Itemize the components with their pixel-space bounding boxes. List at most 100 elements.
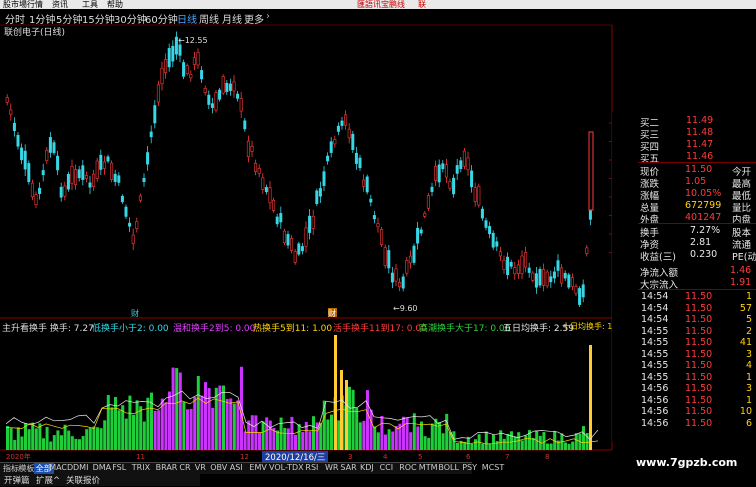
indicator-tab[interactable]: EMV (249, 463, 266, 472)
x-axis-label: 6 (466, 453, 471, 461)
tab-expand[interactable]: 扩展^ (36, 474, 60, 486)
volume-bar (99, 428, 103, 450)
indicator-tab[interactable]: VOL-TDX (269, 463, 304, 472)
event-marker-2: 财 (328, 308, 336, 318)
indicator-tab[interactable]: TRIX (132, 463, 150, 472)
stat-value: 10.05% (685, 188, 722, 199)
volume-bar (34, 428, 38, 450)
candle-body (473, 187, 477, 202)
volume-bar (456, 443, 459, 450)
volume-bar (157, 410, 161, 450)
volume-bar-hot (345, 380, 348, 450)
tick-row: 14:56 11.50 10 (612, 406, 756, 417)
candle-body (304, 227, 308, 247)
indicator-tab[interactable]: MCST (482, 463, 504, 472)
indicator-tab[interactable]: FSL (112, 463, 126, 472)
indicator-tab[interactable]: RSI (305, 463, 318, 472)
tick-volume: 2 (745, 325, 752, 337)
x-axis-label: 2020年 (6, 452, 31, 461)
candle-body (153, 105, 157, 124)
volume-bar (236, 400, 240, 450)
candle-body (308, 215, 312, 233)
legend-main: 主升看换手 换手: 7.27 (2, 324, 94, 334)
indicator-tab[interactable]: ROC (399, 463, 416, 472)
volume-bar (326, 419, 330, 450)
indicator-tab[interactable]: PSY (462, 463, 477, 472)
indicator-tab[interactable]: WR (325, 463, 338, 472)
tab-related-quote[interactable]: 关联报价 (66, 474, 100, 486)
tick-row: 14:56 11.50 6 (612, 418, 756, 429)
candle-body-last (588, 131, 594, 211)
indicator-tab[interactable]: ASI (230, 463, 243, 472)
candle-body (41, 170, 45, 176)
volume-bar-hot (589, 345, 592, 450)
volume-bar (204, 382, 207, 450)
candle-body (203, 88, 207, 93)
candle-body (527, 267, 531, 273)
volume-bar (312, 416, 315, 450)
candle-body (448, 181, 452, 189)
candle-body (178, 44, 182, 56)
indicator-tab[interactable]: MTM (419, 463, 438, 472)
candle-body (268, 187, 272, 204)
candle-body (340, 120, 344, 126)
volume-bar (567, 443, 571, 450)
candle-body (542, 269, 546, 286)
candle-body (563, 272, 567, 279)
candle-body (81, 165, 85, 180)
volume-bar (110, 407, 114, 450)
indicator-tab[interactable]: MACD (49, 463, 73, 472)
indicator-tab[interactable]: SAR (340, 463, 356, 472)
candle-body (9, 109, 13, 115)
tick-time: 14:54 (641, 291, 669, 302)
tab-open[interactable]: 开弹篇 (4, 474, 30, 486)
indicator-tab[interactable]: 模板 (18, 463, 34, 474)
candle-body (322, 171, 326, 186)
volume-bar (434, 418, 438, 450)
candle-body (74, 169, 78, 185)
volume-bar (283, 427, 287, 450)
x-axis-label: 4 (383, 453, 388, 461)
candle-body (293, 251, 297, 263)
tick-price: 11.50 (685, 394, 713, 406)
volume-bar (182, 402, 186, 450)
candle-body (243, 120, 247, 130)
volume-bar (96, 427, 99, 450)
candle-body (221, 76, 225, 94)
volume-bar (196, 375, 200, 450)
low-price-label: ←9.60 (393, 304, 418, 313)
candle-body (538, 269, 542, 286)
candle-body (113, 173, 117, 182)
quote-divider (638, 223, 756, 224)
order-book-row: 买三 11.48 (612, 127, 756, 141)
candle-body (509, 261, 513, 267)
volume-bar (168, 391, 171, 450)
indicator-tab[interactable]: OBV (210, 463, 227, 472)
volume-bar (70, 436, 74, 450)
tick-price: 11.50 (685, 348, 713, 360)
volume-bar (20, 436, 24, 450)
candle-body (344, 114, 348, 126)
tick-time: 14:55 (641, 337, 669, 348)
candle-body (106, 156, 110, 162)
order-book-row: 买五 11.46 (612, 151, 756, 165)
volume-bar (63, 424, 67, 450)
indicator-tab[interactable]: DMI (73, 463, 88, 472)
ask-price: 11.47 (686, 139, 714, 150)
indicator-tab[interactable]: KDJ (360, 463, 374, 472)
indicator-tab[interactable]: BOLL (438, 463, 459, 472)
indicator-tab[interactable]: DMA (93, 463, 112, 472)
candle-body (380, 229, 384, 245)
volume-bar (574, 433, 578, 450)
candle-body (365, 176, 369, 193)
indicator-tab[interactable]: 指标 (3, 463, 19, 474)
indicator-tab[interactable]: CR (179, 463, 190, 472)
indicator-tab[interactable]: BRAR (156, 463, 178, 472)
volume-bar (279, 417, 283, 450)
stat-value: 0.230 (690, 249, 718, 260)
volume-bar (510, 431, 513, 450)
volume-bar (412, 413, 416, 450)
volume-bar (92, 426, 96, 450)
indicator-tab[interactable]: CCI (380, 463, 394, 472)
indicator-tab[interactable]: VR (195, 463, 206, 472)
